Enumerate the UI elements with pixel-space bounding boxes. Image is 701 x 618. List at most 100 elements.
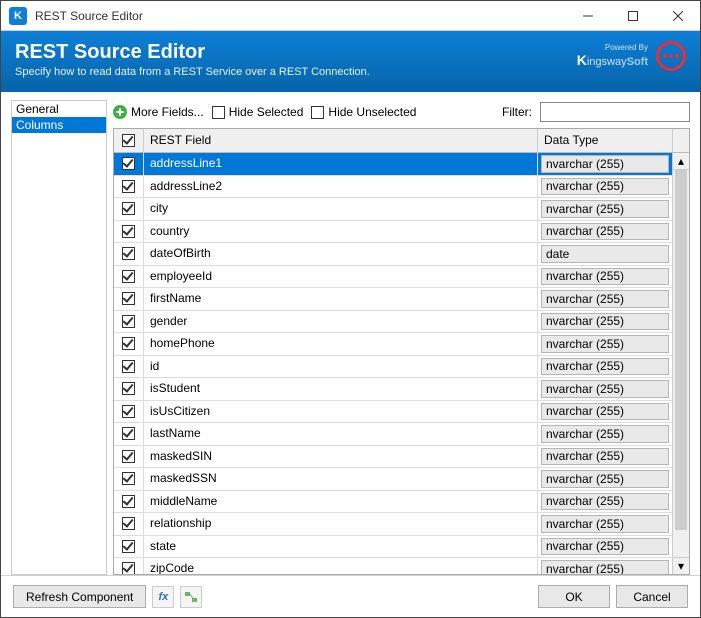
row-checkbox[interactable]: [114, 536, 144, 558]
row-checkbox[interactable]: [114, 266, 144, 288]
scroll-thumb[interactable]: [675, 170, 687, 530]
cell-type[interactable]: nvarchar (255): [538, 536, 672, 558]
header-band: REST Source Editor Specify how to read d…: [1, 31, 700, 92]
table-row[interactable]: maskedSSNnvarchar (255): [114, 468, 672, 491]
cell-type[interactable]: date: [538, 243, 672, 265]
table-row[interactable]: middleNamenvarchar (255): [114, 491, 672, 514]
cell-field: state: [144, 536, 538, 558]
sidebar: GeneralColumns: [11, 100, 107, 575]
footer: Refresh Component fx OK Cancel: [1, 575, 700, 617]
scroll-down-icon[interactable]: ▾: [673, 557, 689, 574]
header-title: REST Source Editor: [15, 41, 577, 64]
table-row[interactable]: zipCodenvarchar (255): [114, 558, 672, 574]
row-checkbox[interactable]: [114, 221, 144, 243]
ok-button[interactable]: OK: [538, 585, 610, 608]
cell-type[interactable]: nvarchar (255): [538, 468, 672, 490]
cell-type[interactable]: nvarchar (255): [538, 153, 672, 175]
row-checkbox[interactable]: [114, 288, 144, 310]
row-checkbox[interactable]: [114, 311, 144, 333]
more-fields-button[interactable]: More Fields...: [113, 105, 204, 119]
row-checkbox[interactable]: [114, 446, 144, 468]
cell-field: gender: [144, 311, 538, 333]
table-row[interactable]: homePhonenvarchar (255): [114, 333, 672, 356]
mapping-button[interactable]: [180, 586, 202, 608]
cell-type[interactable]: nvarchar (255): [538, 198, 672, 220]
hide-unselected-checkbox[interactable]: Hide Unselected: [311, 105, 416, 119]
vertical-scrollbar[interactable]: ▴ ▾: [672, 153, 689, 574]
cell-field: id: [144, 356, 538, 378]
cell-field: employeeId: [144, 266, 538, 288]
minimize-button[interactable]: [565, 1, 610, 31]
cell-field: isUsCitizen: [144, 401, 538, 423]
cell-type[interactable]: nvarchar (255): [538, 491, 672, 513]
app-icon: K: [9, 7, 27, 25]
filter-input[interactable]: [540, 102, 690, 122]
table-row[interactable]: employeeIdnvarchar (255): [114, 266, 672, 289]
refresh-button[interactable]: Refresh Component: [13, 585, 146, 608]
row-checkbox[interactable]: [114, 198, 144, 220]
row-checkbox[interactable]: [114, 513, 144, 535]
column-header-field[interactable]: REST Field: [144, 129, 538, 152]
cell-field: maskedSSN: [144, 468, 538, 490]
cell-type[interactable]: nvarchar (255): [538, 176, 672, 198]
header-checkbox[interactable]: [114, 129, 144, 152]
table-row[interactable]: isUsCitizennvarchar (255): [114, 401, 672, 424]
hide-selected-checkbox[interactable]: Hide Selected: [212, 105, 304, 119]
row-checkbox[interactable]: [114, 176, 144, 198]
cell-type[interactable]: nvarchar (255): [538, 513, 672, 535]
cancel-button[interactable]: Cancel: [616, 585, 688, 608]
table-row[interactable]: countrynvarchar (255): [114, 221, 672, 244]
cell-field: city: [144, 198, 538, 220]
table-row[interactable]: citynvarchar (255): [114, 198, 672, 221]
table-row[interactable]: addressLine1nvarchar (255): [114, 153, 672, 176]
row-checkbox[interactable]: [114, 423, 144, 445]
table-row[interactable]: gendernvarchar (255): [114, 311, 672, 334]
row-checkbox[interactable]: [114, 558, 144, 574]
table-row[interactable]: firstNamenvarchar (255): [114, 288, 672, 311]
row-checkbox[interactable]: [114, 401, 144, 423]
table-row[interactable]: isStudentnvarchar (255): [114, 378, 672, 401]
column-header-type[interactable]: Data Type: [538, 129, 672, 152]
cell-type[interactable]: nvarchar (255): [538, 378, 672, 400]
cell-field: isStudent: [144, 378, 538, 400]
plus-icon: [113, 105, 127, 119]
table-row[interactable]: maskedSINnvarchar (255): [114, 446, 672, 469]
checkbox-icon: [212, 106, 225, 119]
cell-type[interactable]: nvarchar (255): [538, 333, 672, 355]
row-checkbox[interactable]: [114, 153, 144, 175]
cell-type[interactable]: nvarchar (255): [538, 356, 672, 378]
table-row[interactable]: relationshipnvarchar (255): [114, 513, 672, 536]
cell-field: country: [144, 221, 538, 243]
cell-type[interactable]: nvarchar (255): [538, 423, 672, 445]
cell-type[interactable]: nvarchar (255): [538, 288, 672, 310]
sidebar-item-columns[interactable]: Columns: [12, 117, 106, 133]
table-row[interactable]: lastNamenvarchar (255): [114, 423, 672, 446]
table-row[interactable]: dateOfBirthdate: [114, 243, 672, 266]
close-button[interactable]: [655, 1, 700, 31]
row-checkbox[interactable]: [114, 356, 144, 378]
table-row[interactable]: statenvarchar (255): [114, 536, 672, 559]
row-checkbox[interactable]: [114, 243, 144, 265]
row-checkbox[interactable]: [114, 491, 144, 513]
table-row[interactable]: addressLine2nvarchar (255): [114, 176, 672, 199]
row-checkbox[interactable]: [114, 468, 144, 490]
row-checkbox[interactable]: [114, 378, 144, 400]
scroll-up-icon[interactable]: ▴: [673, 153, 689, 170]
brand-logo: Powered By KingswaySoft: [577, 44, 648, 68]
cell-type[interactable]: nvarchar (255): [538, 446, 672, 468]
header-subtitle: Specify how to read data from a REST Ser…: [15, 66, 577, 78]
sidebar-item-general[interactable]: General: [12, 101, 106, 117]
cell-field: zipCode: [144, 558, 538, 574]
toolbar: More Fields... Hide Selected Hide Unsele…: [113, 100, 690, 124]
cell-type[interactable]: nvarchar (255): [538, 401, 672, 423]
expression-button[interactable]: fx: [152, 586, 174, 608]
cell-type[interactable]: nvarchar (255): [538, 221, 672, 243]
grid: REST Field Data Type addressLine1nvarcha…: [113, 128, 690, 575]
row-checkbox[interactable]: [114, 333, 144, 355]
cell-type[interactable]: nvarchar (255): [538, 266, 672, 288]
maximize-button[interactable]: [610, 1, 655, 31]
table-row[interactable]: idnvarchar (255): [114, 356, 672, 379]
titlebar: K REST Source Editor: [1, 1, 700, 31]
cell-type[interactable]: nvarchar (255): [538, 311, 672, 333]
cell-type[interactable]: nvarchar (255): [538, 558, 672, 574]
